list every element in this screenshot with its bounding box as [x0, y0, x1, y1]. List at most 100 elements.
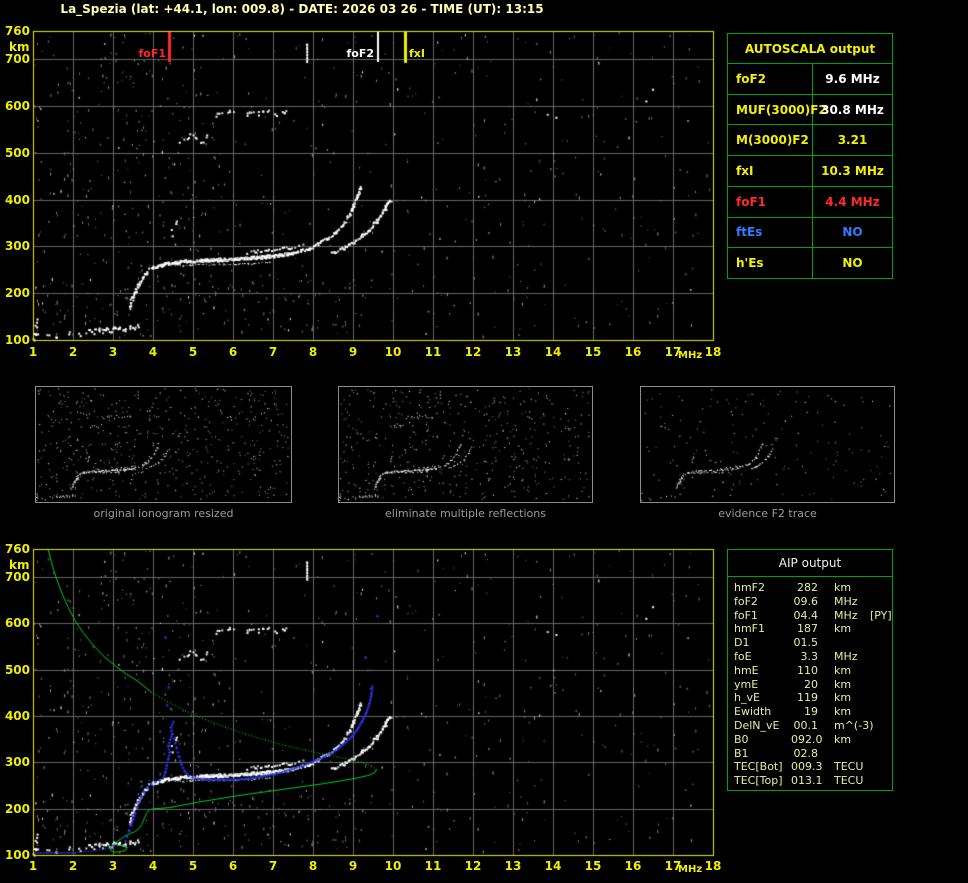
aip-param-label: h_vE	[734, 691, 760, 705]
aip-param-unit: km	[834, 732, 852, 746]
aip-param-unit: MHz	[834, 594, 858, 608]
y-tick-label: 200	[4, 286, 30, 301]
aip-output-table: AIP output hmF2 282 km foF2 09.6 MHz foF1 04.4 M…	[727, 549, 893, 791]
marker-label-fxI: fxI	[409, 47, 425, 60]
aip-param-value: 009.3	[791, 760, 823, 774]
autoscala-row-muf3000f2: MUF(3000)F2 30.8 MHz	[728, 94, 892, 126]
x-tick-label: 3	[108, 859, 118, 873]
aip-param-unit: km	[834, 677, 852, 691]
aip-param-value: 282	[797, 581, 818, 594]
aip-param-extra	[870, 733, 892, 747]
x-tick-label: 3	[108, 345, 118, 359]
autoscala-row-fxi: fxI 10.3 MHz	[728, 156, 892, 187]
aip-param-extra	[870, 622, 892, 636]
thumbnail-caption-eliminate: eliminate multiple reflections	[385, 507, 546, 520]
x-tick-label: 4	[148, 859, 158, 873]
aip-param-value: 20	[804, 677, 818, 691]
aip-param-value: 187	[797, 622, 818, 636]
x-tick-label: 12	[464, 345, 482, 359]
autoscala-param-value: NO	[842, 225, 863, 240]
autoscala-row-hes: h'Es NO	[728, 248, 892, 279]
aip-param-unit: km	[834, 581, 852, 594]
aip-param-label: B0	[734, 732, 749, 746]
aip-param-extra	[870, 664, 892, 678]
marker-label-foF1: foF1	[138, 47, 166, 60]
aip-row-hve: h_vE 119 km	[734, 691, 892, 705]
autoscala-param-value: NO	[842, 256, 863, 271]
aip-row-hmf1: hmF1 187 km	[734, 622, 892, 636]
aip-row-fof2: foF2 09.6 MHz	[734, 595, 892, 609]
aip-param-value: 00.1	[793, 718, 819, 732]
autoscala-param-value: 30.8 MHz	[821, 102, 884, 117]
aip-param-unit: km	[834, 663, 852, 677]
x-tick-label: 2	[68, 345, 78, 359]
aip-param-label: DelN_vE	[734, 718, 780, 732]
aip-param-value: 19	[804, 705, 818, 719]
aip-param-value: 01.5	[793, 636, 819, 650]
autoscala-param-value: 10.3 MHz	[821, 164, 884, 179]
y-tick-label: 760	[4, 542, 30, 556]
marker-label-foF2: foF2	[346, 47, 374, 60]
aip-table-header: AIP output	[728, 550, 892, 577]
y-tick-label: 600	[4, 98, 30, 113]
aip-param-unit: m^(-3)	[834, 718, 874, 732]
x-tick-label: 15	[584, 859, 602, 873]
aip-param-unit: TECU	[834, 760, 864, 774]
x-tick-label: 7	[268, 859, 278, 873]
aip-param-extra	[870, 595, 892, 609]
x-axis-unit-label: MHz	[678, 864, 703, 875]
y-tick-label: 600	[4, 616, 30, 631]
y-axis-unit-label: km	[9, 558, 30, 572]
y-tick-label: 400	[4, 192, 30, 207]
x-tick-label: 13	[504, 859, 522, 873]
x-tick-label: 13	[504, 345, 522, 359]
autoscala-row-fof2: foF2 9.6 MHz	[728, 64, 892, 95]
aip-param-extra	[870, 705, 892, 719]
aip-row-ewidth: Ewidth 19 km	[734, 705, 892, 719]
aip-param-unit: TECU	[834, 774, 864, 788]
aip-row-d1: D1 01.5	[734, 636, 892, 650]
x-tick-label: 2	[68, 859, 78, 873]
x-tick-label: 9	[348, 345, 358, 359]
aip-row-tecbot: TEC[Bot] 009.3 TECU	[734, 760, 892, 774]
aip-param-extra	[870, 636, 892, 650]
x-tick-label: 9	[348, 859, 358, 873]
aip-param-value: 3.3	[800, 649, 819, 663]
aip-param-extra	[870, 774, 892, 788]
aip-row-delnve: DelN_vE 00.1 m^(-3)	[734, 719, 892, 733]
aip-param-extra	[870, 719, 892, 733]
x-tick-label: 1	[28, 859, 38, 873]
autoscala-row-fof1: foF1 4.4 MHz	[728, 186, 892, 218]
page-title: La_Spezia (lat: +44.1, lon: 009.8) - DAT…	[60, 2, 544, 16]
aip-row-hme: hmE 110 km	[734, 664, 892, 678]
x-tick-label: 16	[624, 345, 642, 359]
aip-param-label: hmF1	[734, 622, 766, 636]
aip-param-unit	[834, 636, 870, 650]
aip-param-extra: [PY]	[870, 608, 892, 622]
aip-table-body: hmF2 282 km foF2 09.6 MHz foF1 04.4 MHz [PY] hmF1 1…	[728, 577, 892, 788]
aip-param-label: D1	[734, 636, 750, 650]
x-tick-label: 10	[384, 345, 402, 359]
y-tick-label: 200	[4, 801, 30, 816]
x-tick-label: 4	[148, 345, 158, 359]
y-tick-label: 760	[4, 24, 30, 38]
aip-row-b0: B0 092.0 km	[734, 733, 892, 747]
aip-param-unit: km	[834, 705, 852, 719]
x-tick-label: 14	[544, 859, 562, 873]
aip-row-tectop: TEC[Top] 013.1 TECU	[734, 774, 892, 788]
x-tick-label: 18	[704, 345, 722, 359]
autoscala-param-label: foF2	[728, 64, 813, 94]
y-tick-label: 500	[4, 145, 30, 160]
aip-param-value: 04.4	[793, 608, 819, 622]
aip-param-extra	[870, 747, 892, 761]
aip-param-unit: km	[834, 622, 852, 636]
thumbnail-caption-original: original ionogram resized	[93, 507, 234, 520]
y-tick-label: 400	[4, 708, 30, 723]
autoscala-param-value: 3.21	[837, 133, 868, 148]
aip-param-unit: MHz	[834, 649, 858, 663]
y-tick-label: 300	[4, 239, 30, 254]
x-tick-label: 8	[308, 859, 318, 873]
autoscala-param-label: MUF(3000)F2	[728, 94, 827, 125]
thumbnail-evidence-f2-trace	[640, 386, 895, 503]
autoscala-output-table: AUTOSCALA output foF2 9.6 MHz MUF(3000)F2 3…	[727, 33, 893, 279]
